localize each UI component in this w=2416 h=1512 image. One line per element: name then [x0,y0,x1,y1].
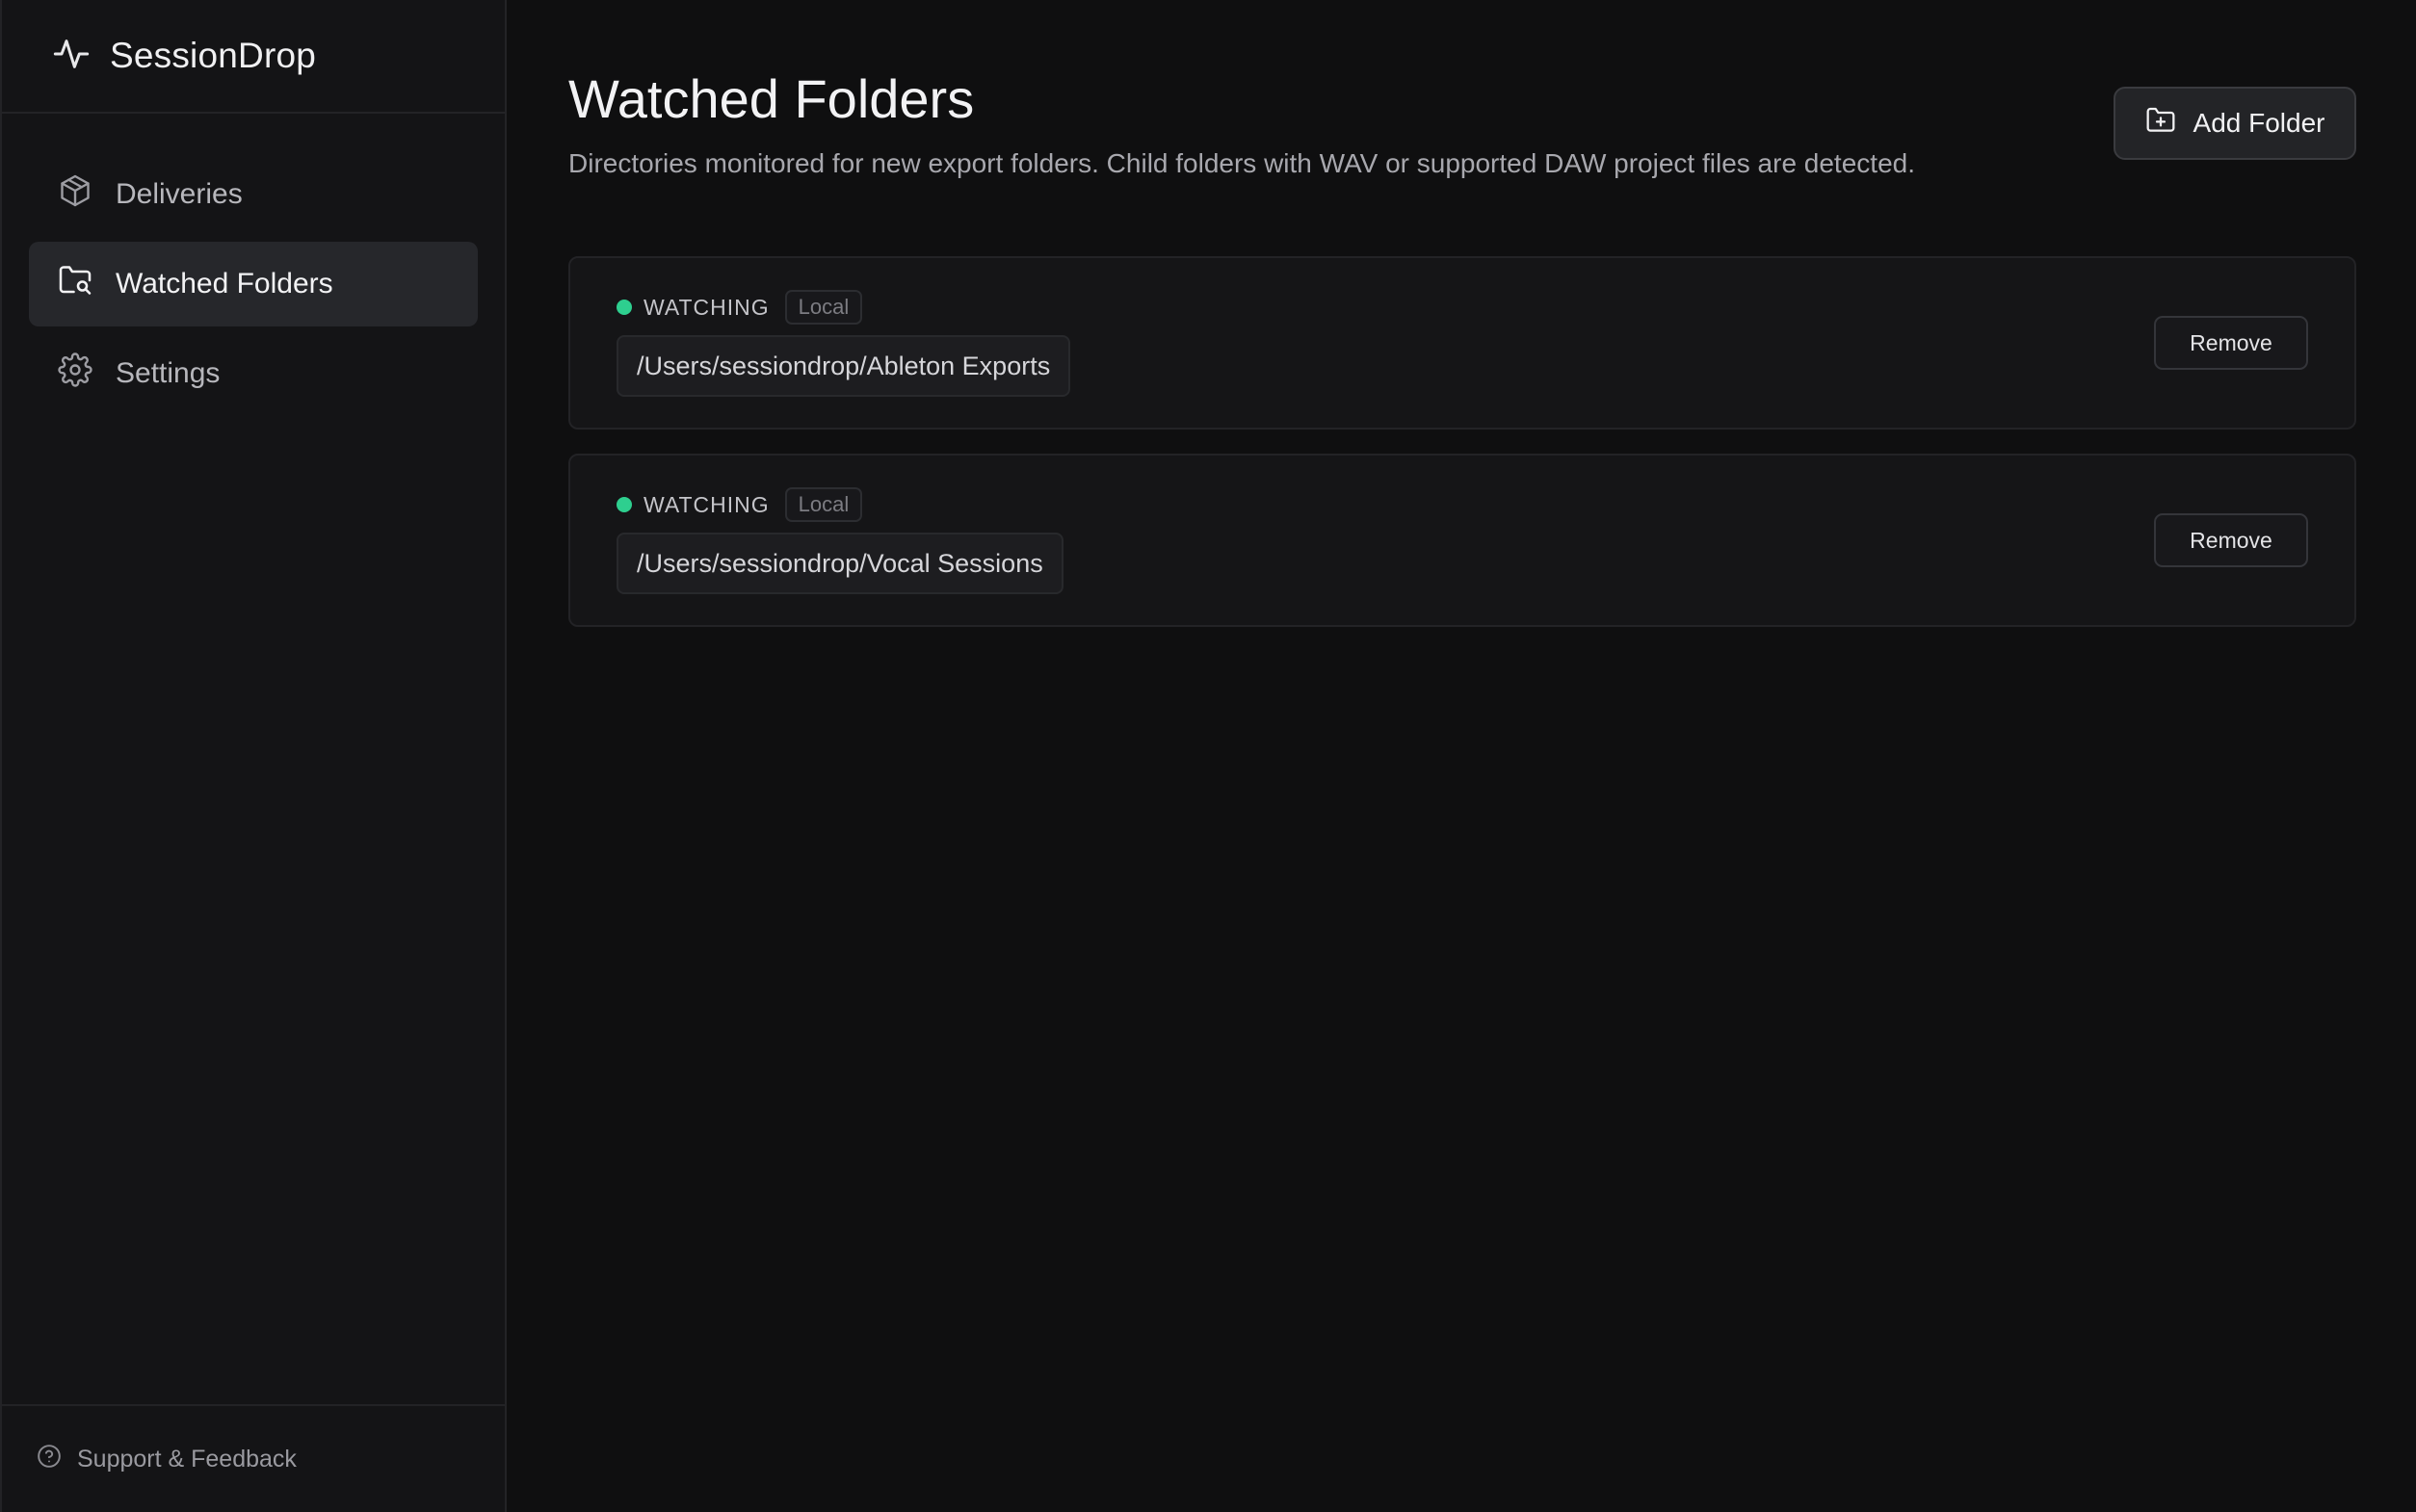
remove-button[interactable]: Remove [2154,513,2308,567]
status-row: WATCHING Local [617,290,863,325]
status-label: WATCHING [643,294,770,320]
status-label: WATCHING [643,491,770,517]
folder-search-icon [58,263,92,305]
sidebar: SessionDrop Deliveries Watched Folders S… [0,0,507,1512]
location-tag: Local [784,487,863,522]
page-description: Directories monitored for new export fol… [568,148,1915,178]
watched-folder-list: WATCHING Local /Users/sessiondrop/Ableto… [568,256,2356,651]
status-dot-icon [617,497,632,512]
folder-path: /Users/sessiondrop/Ableton Exports [617,335,1071,397]
page-title: Watched Folders [568,68,975,129]
folder-card: WATCHING Local /Users/sessiondrop/Ableto… [568,256,2356,430]
app-name: SessionDrop [110,36,317,75]
location-tag: Local [784,290,863,325]
gear-icon [58,352,92,395]
add-folder-label: Add Folder [2193,108,2325,138]
help-circle-icon [37,1444,62,1475]
sidebar-item-settings[interactable]: Settings [29,331,478,416]
sidebar-nav: Deliveries Watched Folders Settings [2,114,505,416]
brand: SessionDrop [2,0,505,114]
support-feedback-label: Support & Feedback [77,1445,297,1473]
sidebar-item-label: Watched Folders [116,268,333,300]
add-folder-button[interactable]: Add Folder [2114,87,2356,160]
support-feedback-link[interactable]: Support & Feedback [2,1404,505,1512]
status-dot-icon [617,300,632,315]
remove-button[interactable]: Remove [2154,316,2308,370]
activity-pulse-icon [52,35,91,78]
status-row: WATCHING Local [617,487,863,522]
main-content: Watched Folders Directories monitored fo… [507,0,2416,1512]
package-icon [58,173,92,216]
sidebar-item-watched-folders[interactable]: Watched Folders [29,242,478,326]
app-window: SessionDrop Deliveries Watched Folders S… [0,0,2416,1512]
sidebar-item-deliveries[interactable]: Deliveries [29,152,478,237]
folder-card: WATCHING Local /Users/sessiondrop/Vocal … [568,454,2356,627]
sidebar-item-label: Deliveries [116,178,243,210]
folder-path: /Users/sessiondrop/Vocal Sessions [617,533,1064,594]
folder-plus-icon [2145,105,2176,143]
sidebar-item-label: Settings [116,357,221,389]
